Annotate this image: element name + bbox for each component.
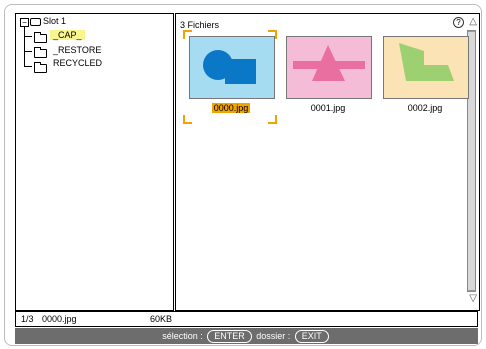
thumbnail-0002[interactable] [383, 36, 469, 99]
thumbnail-0001[interactable] [286, 36, 372, 99]
thumbnail-0000[interactable] [189, 36, 275, 99]
memory-card-icon [30, 18, 41, 26]
selection-cursor-corner [268, 115, 277, 124]
file-name-label: 0002.jpg [407, 103, 443, 113]
file-list-pane: 3 Fichiers ? △ ▽ 0000.jpg 0001.jpg 0002.… [175, 13, 480, 311]
tree-item-recycled[interactable]: RECYCLED [53, 58, 102, 69]
folder-tree-pane: − Slot 1 _CAP_ _RESTORE RECYCLED [15, 13, 174, 311]
tree-item-label: _CAP_ [50, 30, 85, 40]
file-name-0001[interactable]: 0001.jpg [286, 102, 370, 114]
selection-cursor-corner [183, 115, 192, 124]
tree-item-label: _RESTORE [53, 45, 102, 55]
file-count: 3 Fichiers [180, 20, 220, 30]
tree-connector [24, 66, 32, 67]
image-preview [399, 43, 454, 81]
status-row: 1/3 0000.jpg 60KB [15, 311, 478, 327]
status-filename: 0000.jpg [42, 314, 77, 324]
folder-icon [34, 62, 47, 73]
image-preview [293, 45, 365, 81]
status-file-size: 60KB [150, 314, 173, 324]
scroll-down-icon[interactable]: ▽ [469, 294, 477, 304]
tree-connector [24, 36, 32, 37]
file-name-0000[interactable]: 0000.jpg [189, 102, 273, 114]
enter-key[interactable]: ENTER [207, 330, 252, 343]
file-name-label: 0001.jpg [310, 103, 346, 113]
tree-connector [24, 51, 32, 52]
tree-root-slot[interactable]: Slot 1 [43, 16, 66, 27]
scrollbar-thumb[interactable] [468, 31, 475, 291]
folder-open-icon [34, 32, 47, 43]
image-preview [203, 50, 256, 84]
file-browser-window: − Slot 1 _CAP_ _RESTORE RECYCLED 3 Fichi… [4, 4, 482, 346]
file-name-0002[interactable]: 0002.jpg [383, 102, 467, 114]
file-position: 1/3 [21, 314, 34, 324]
file-name-label: 0000.jpg [211, 103, 251, 113]
tree-item-label: RECYCLED [53, 58, 103, 68]
tree-item-cap[interactable]: _CAP_ [50, 30, 85, 41]
help-bar: sélection : ENTER dossier : EXIT [15, 328, 478, 344]
scroll-up-icon[interactable]: △ [469, 17, 477, 27]
exit-key[interactable]: EXIT [294, 330, 329, 343]
tree-connector [24, 27, 25, 67]
select-hint-label: sélection : [162, 331, 203, 341]
tree-root-label: Slot 1 [43, 16, 67, 26]
folder-hint-label: dossier : [256, 331, 291, 341]
folder-icon [34, 47, 47, 58]
tree-item-restore[interactable]: _RESTORE [53, 45, 101, 56]
collapse-icon[interactable]: − [20, 18, 29, 27]
help-icon[interactable]: ? [453, 17, 464, 28]
